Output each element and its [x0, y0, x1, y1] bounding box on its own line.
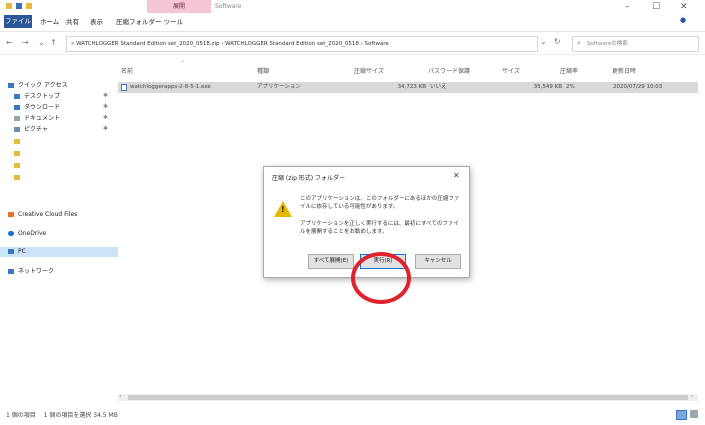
cancel-button[interactable]: キャンセル	[415, 254, 461, 269]
close-icon[interactable]: ✕	[453, 171, 460, 180]
save-icon[interactable]	[16, 3, 22, 9]
address-bar[interactable]: « WATCHLOGGER Standard Edition set_2020_…	[66, 36, 538, 52]
breadcrumb[interactable]: « WATCHLOGGER Standard Edition set_2020_…	[71, 37, 389, 51]
horizontal-scrollbar[interactable]: ‹ ›	[118, 393, 698, 401]
details-view-icon[interactable]	[676, 410, 687, 420]
column-size[interactable]: サイズ	[502, 66, 520, 75]
dialog-message-1: このアプリケーションは、このフォルダーにあるほかの圧縮ファイルに依存している可能…	[300, 196, 460, 210]
tab-view[interactable]: 表示	[86, 17, 107, 28]
refresh-icon[interactable]: ↻	[554, 37, 561, 46]
search-input[interactable]: ⌕ Softwareの検索	[572, 36, 699, 52]
column-ratio[interactable]: 圧縮率	[560, 66, 578, 75]
document-icon	[14, 116, 20, 121]
picture-icon	[14, 127, 20, 132]
nav-desktop[interactable]: デスクトップ	[14, 92, 60, 102]
nav-folder[interactable]	[14, 137, 24, 147]
address-row: ← → ⌄ ↑ « WATCHLOGGER Standard Edition s…	[0, 32, 705, 55]
folder-icon	[14, 151, 20, 156]
window-title: Software	[215, 3, 242, 10]
pin-icon: ✱	[103, 125, 109, 132]
up-icon[interactable]: ↑	[50, 38, 57, 47]
nav-folder[interactable]	[14, 161, 24, 171]
nav-documents[interactable]: ドキュメント	[14, 114, 60, 124]
nav-creative-cloud[interactable]: Creative Cloud Files	[8, 210, 77, 220]
address-dropdown-icon[interactable]: ⌄	[540, 37, 547, 46]
file-ratio: 2%	[566, 84, 575, 90]
pin-icon: ✱	[103, 114, 109, 121]
minimize-button[interactable]: –	[625, 2, 630, 12]
ribbon-tabs: ファイル ホーム 共有 表示 圧縮フォルダー ツール ●	[0, 14, 705, 32]
search-placeholder: Softwareの検索	[587, 41, 628, 47]
folder-icon	[14, 163, 20, 168]
file-compressed-size: 34,723 KB	[397, 84, 426, 90]
nav-network[interactable]: ネットワーク	[8, 267, 54, 277]
column-date[interactable]: 更新日時	[612, 66, 636, 75]
tab-compressed-tools[interactable]: 圧縮フォルダー ツール	[112, 17, 187, 28]
nav-folder[interactable]	[14, 173, 24, 183]
creative-cloud-icon	[8, 212, 14, 217]
help-icon[interactable]: ●	[680, 16, 686, 24]
manage-tab[interactable]: 展開	[147, 0, 211, 13]
quick-access[interactable]: クイック アクセス	[8, 81, 68, 91]
column-compressed-size[interactable]: 圧縮サイズ	[354, 66, 384, 75]
sort-arrow-icon: ⌃	[180, 60, 186, 67]
file-name[interactable]: watchloggerapps-2-8-5-1.exe	[130, 82, 211, 93]
nav-pictures[interactable]: ピクチャ	[14, 125, 48, 135]
search-icon: ⌕	[577, 39, 581, 47]
forward-icon[interactable]: →	[22, 38, 29, 47]
maximize-button[interactable]: ☐	[652, 2, 660, 12]
star-icon	[8, 83, 14, 88]
computer-icon	[8, 249, 14, 254]
status-text: 1 個の項目 1 個の項目を選択 34.5 MB	[6, 412, 118, 419]
navigation-pane: クイック アクセス デスクトップ ✱ ダウンロード ✱ ドキュメント ✱ ピクチ…	[0, 55, 118, 392]
network-icon	[8, 269, 14, 274]
nav-onedrive[interactable]: OneDrive	[8, 229, 46, 239]
pin-icon: ✱	[103, 92, 109, 99]
folder-icon	[14, 175, 20, 180]
scroll-right-icon[interactable]: ›	[691, 393, 693, 400]
file-type: アプリケーション	[257, 84, 301, 90]
nav-pc[interactable]: PC	[0, 247, 118, 257]
extract-all-button[interactable]: すべて展開(E)	[308, 254, 354, 269]
folder-icon	[6, 3, 12, 9]
cloud-icon	[8, 231, 14, 236]
tab-share[interactable]: 共有	[62, 17, 83, 28]
large-icons-view-icon[interactable]	[690, 410, 698, 418]
table-row[interactable]: watchloggerapps-2-8-5-1.exe アプリケーション 34,…	[118, 82, 698, 93]
column-password[interactable]: パスワード保護	[428, 66, 470, 75]
back-icon[interactable]: ←	[6, 38, 13, 47]
warning-mark: !	[281, 205, 285, 214]
nav-downloads[interactable]: ダウンロード	[14, 103, 60, 113]
tab-file[interactable]: ファイル	[4, 15, 32, 28]
pin-icon: ✱	[103, 103, 109, 110]
annotation-circle	[351, 252, 411, 304]
folder-icon	[14, 139, 20, 144]
title-bar: 展開 Software – ☐ ✕	[0, 0, 705, 14]
file-size: 35,549 KB	[533, 84, 562, 90]
tab-home[interactable]: ホーム	[36, 17, 63, 28]
dialog-title: 圧縮 (zip 形式) フォルダー	[272, 175, 346, 182]
desktop-icon	[14, 94, 20, 99]
column-type[interactable]: 種類	[257, 66, 269, 75]
exe-file-icon	[121, 84, 127, 91]
close-button[interactable]: ✕	[680, 2, 688, 12]
nav-folder[interactable]	[14, 149, 24, 159]
scrollbar-thumb[interactable]	[128, 395, 688, 400]
recent-dropdown-icon[interactable]: ⌄	[38, 38, 45, 47]
column-name[interactable]: 名前	[121, 66, 133, 75]
status-bar: 1 個の項目 1 個の項目を選択 34.5 MB	[0, 406, 705, 425]
new-folder-icon[interactable]	[26, 3, 32, 9]
file-date: 2020/07/29 10:03	[613, 84, 663, 90]
scroll-left-icon[interactable]: ‹	[119, 393, 121, 400]
file-password: いいえ	[430, 84, 447, 90]
download-icon	[14, 105, 20, 110]
dialog-message-2: アプリケーションを正しく実行するには、最初にすべてのファイルを展開することをお勧…	[300, 221, 459, 235]
